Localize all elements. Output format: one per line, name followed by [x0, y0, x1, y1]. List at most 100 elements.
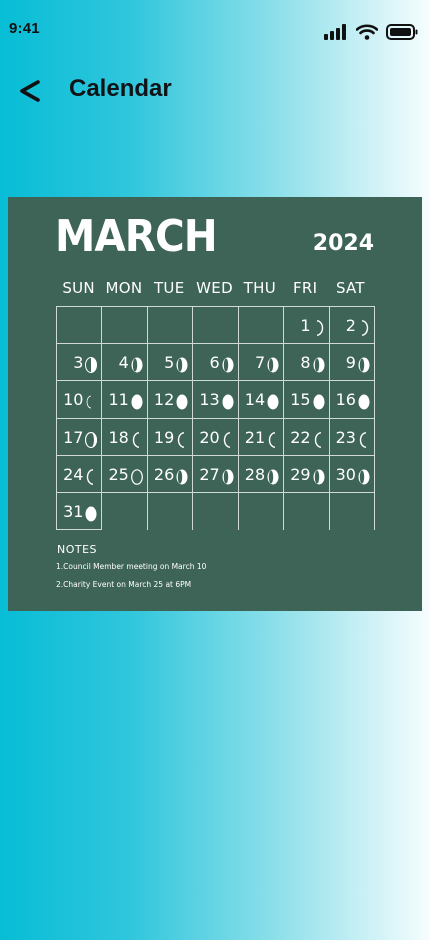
moon-phase-icon	[314, 431, 321, 448]
year-label: 2024	[312, 231, 374, 256]
moon-phase-icon	[132, 431, 139, 448]
calendar-empty-cell	[57, 307, 103, 345]
day-number: 7	[254, 353, 266, 373]
wifi-icon	[356, 24, 378, 40]
moon-phase-icon	[357, 394, 370, 410]
day-number: 30	[335, 464, 356, 484]
day-number: 14	[244, 390, 266, 410]
weekday-mon: MON	[105, 279, 143, 297]
calendar-day-cell: 17	[57, 418, 103, 456]
day-number: 20	[199, 427, 220, 447]
weekday-header: SUN MON TUE WED THU FRI SAT	[56, 279, 380, 297]
calendar-day-cell: 15	[284, 381, 330, 419]
moon-phase-icon	[176, 394, 188, 410]
back-button[interactable]	[14, 72, 46, 108]
calendar-day-cell: 18	[102, 418, 148, 456]
calendar-day-cell: 31	[57, 492, 103, 531]
calendar-day-cell: 24	[57, 455, 103, 493]
day-number: 13	[199, 390, 220, 410]
moon-phase-icon	[130, 394, 143, 410]
calendar-day-cell: 5	[147, 344, 194, 382]
cellular-signal-icon	[324, 24, 346, 40]
calendar-day-cell: 20	[193, 418, 239, 456]
day-number: 31	[63, 501, 84, 521]
moon-phase-icon	[313, 469, 325, 485]
calendar-empty-cell	[330, 492, 375, 531]
calendar-empty-cell	[193, 307, 239, 345]
calendar-day-cell: 21	[238, 418, 285, 456]
calendar-day-cell: 6	[193, 344, 239, 382]
calendar-day-cell: 16	[329, 381, 375, 419]
weekday-thu: THU	[243, 279, 276, 297]
day-number: 1	[300, 316, 311, 335]
day-number: 5	[164, 353, 175, 373]
weekday-fri: FRI	[292, 279, 318, 297]
calendar-empty-cell	[102, 492, 148, 531]
moon-phase-icon	[222, 357, 234, 373]
moon-phase-icon	[268, 431, 276, 448]
calendar-empty-cell	[239, 492, 285, 531]
calendar-grid: 1 2 3 4 5 6 7 8 9 10 11 12 13 14 15 16 17 18 19 20 21 22 23 24 2…	[56, 306, 375, 531]
moon-phase-icon	[176, 357, 188, 373]
status-icons	[324, 24, 418, 40]
calendar-day-cell: 27	[193, 455, 239, 493]
calendar-day-cell: 3	[57, 344, 103, 382]
day-number: 28	[244, 464, 266, 484]
moon-phase-icon	[267, 357, 279, 373]
calendar-day-cell: 2	[329, 307, 375, 345]
calendar-day-cell: 28	[238, 455, 285, 493]
weekday-tue: TUE	[153, 279, 185, 297]
calendar-day-cell: 26	[147, 455, 194, 493]
calendar-day-cell: 8	[284, 344, 330, 382]
moon-phase-icon	[316, 320, 323, 336]
moon-phase-icon	[87, 395, 92, 409]
day-number: 26	[153, 464, 175, 484]
day-number: 27	[199, 464, 220, 484]
moon-phase-icon	[87, 468, 94, 485]
calendar-day-cell: 7	[238, 344, 285, 382]
moon-phase-icon	[176, 469, 188, 485]
day-number: 2	[345, 316, 356, 335]
day-number: 10	[63, 390, 84, 410]
calendar-day-cell: 25	[102, 455, 148, 493]
day-number: 18	[108, 427, 129, 447]
moon-phase-icon	[267, 469, 279, 485]
day-number: 22	[290, 427, 311, 447]
calendar-empty-cell	[148, 492, 194, 531]
calendar-day-cell: 4	[102, 344, 148, 382]
page-title: Calendar	[69, 75, 172, 102]
calendar-day-cell: 12	[147, 381, 194, 419]
moon-phase-icon	[267, 394, 279, 410]
moon-phase-icon	[358, 357, 370, 373]
note-item: 2.Charity Event on March 25 at 6PM	[56, 580, 192, 589]
day-number: 19	[153, 427, 175, 447]
weekday-wed: WED	[196, 279, 233, 297]
calendar-day-cell: 23	[329, 418, 375, 456]
weekday-sat: SAT	[335, 279, 365, 297]
day-number: 21	[244, 427, 266, 447]
moon-phase-icon	[223, 431, 230, 448]
day-number: 3	[73, 353, 84, 373]
moon-phase-icon	[130, 468, 143, 485]
day-number: 29	[290, 464, 311, 484]
calendar-empty-cell	[193, 492, 239, 531]
day-number: 16	[335, 390, 356, 410]
day-number: 4	[118, 353, 129, 373]
day-number: 9	[345, 353, 356, 373]
day-number: 6	[209, 353, 220, 373]
day-number: 25	[108, 464, 129, 484]
calendar-empty-cell	[102, 307, 148, 345]
status-bar: 9:41	[0, 0, 430, 56]
moon-phase-icon	[312, 394, 325, 410]
calendar-day-cell: 14	[238, 381, 285, 419]
day-number: 24	[63, 464, 84, 484]
moon-phase-icon	[358, 469, 370, 485]
month-label: MARCH	[55, 211, 218, 262]
moon-phase-icon	[85, 506, 97, 522]
calendar-day-cell: 22	[284, 418, 330, 456]
day-number: 23	[335, 427, 356, 447]
moon-phase-icon	[313, 357, 325, 373]
day-number: 15	[290, 390, 311, 410]
calendar-empty-cell	[238, 307, 285, 345]
moon-phase-icon	[85, 431, 98, 448]
